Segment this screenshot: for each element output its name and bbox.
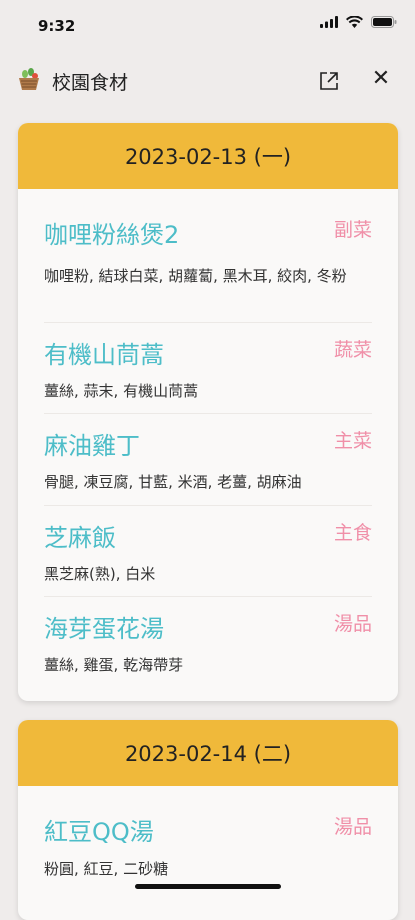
wifi-icon (346, 16, 363, 28)
app-bar: 校園食材 ✕ (0, 52, 415, 110)
dish-ingredients: 粉圓, 紅豆, 二砂糖 (44, 860, 169, 878)
day-card: 2023-02-14 (二) 紅豆QQ湯 湯品 粉圓, 紅豆, 二砂糖 (18, 720, 398, 920)
dish-ingredients: 咖哩粉, 結球白菜, 胡蘿蔔, 黑木耳, 絞肉, 冬粉 (44, 267, 347, 285)
status-icons (320, 16, 397, 28)
battery-icon (371, 16, 397, 28)
dish-category: 副菜 (333, 219, 372, 241)
dish-name: 紅豆QQ湯 (44, 818, 154, 846)
dish-name: 麻油雞丁 (44, 432, 140, 460)
home-indicator[interactable] (135, 884, 281, 889)
dish-category: 湯品 (333, 816, 372, 838)
dish-ingredients: 骨腿, 凍豆腐, 甘藍, 米酒, 老薑, 胡麻油 (44, 473, 302, 491)
day-card: 2023-02-13 (一) 咖哩粉絲煲2 副菜 咖哩粉, 結球白菜, 胡蘿蔔,… (18, 123, 398, 701)
dish-item[interactable]: 麻油雞丁 主菜 骨腿, 凍豆腐, 甘藍, 米酒, 老薑, 胡麻油 (44, 414, 372, 506)
dish-name: 咖哩粉絲煲2 (44, 221, 180, 249)
close-icon[interactable]: ✕ (370, 68, 392, 90)
dish-item[interactable]: 有機山茼蒿 蔬菜 薑絲, 蒜末, 有機山茼蒿 (44, 323, 372, 414)
dish-category: 主菜 (333, 430, 372, 452)
dish-name: 有機山茼蒿 (44, 341, 164, 369)
dish-name: 海芽蛋花湯 (44, 615, 164, 643)
open-external-icon[interactable] (318, 70, 340, 92)
food-basket-icon (19, 68, 39, 90)
status-time: 9:32 (38, 17, 76, 35)
dish-category: 湯品 (333, 613, 372, 635)
day-header: 2023-02-14 (二) (18, 720, 398, 786)
app-title: 校園食材 (52, 72, 129, 94)
signal-icon (320, 16, 338, 28)
dish-item[interactable]: 芝麻飯 主食 黑芝麻(熟), 白米 (44, 506, 372, 597)
dish-category: 蔬菜 (333, 339, 372, 361)
dish-ingredients: 薑絲, 雞蛋, 乾海帶芽 (44, 656, 184, 674)
status-bar: 9:32 (0, 0, 415, 52)
dish-item[interactable]: 海芽蛋花湯 湯品 薑絲, 雞蛋, 乾海帶芽 (44, 597, 372, 697)
dish-item[interactable]: 咖哩粉絲煲2 副菜 咖哩粉, 結球白菜, 胡蘿蔔, 黑木耳, 絞肉, 冬粉 (44, 189, 372, 323)
day-header: 2023-02-13 (一) (18, 123, 398, 189)
dish-category: 主食 (333, 522, 372, 544)
dish-name: 芝麻飯 (44, 524, 116, 552)
dish-ingredients: 黑芝麻(熟), 白米 (44, 565, 156, 583)
dish-ingredients: 薑絲, 蒜末, 有機山茼蒿 (44, 382, 199, 400)
